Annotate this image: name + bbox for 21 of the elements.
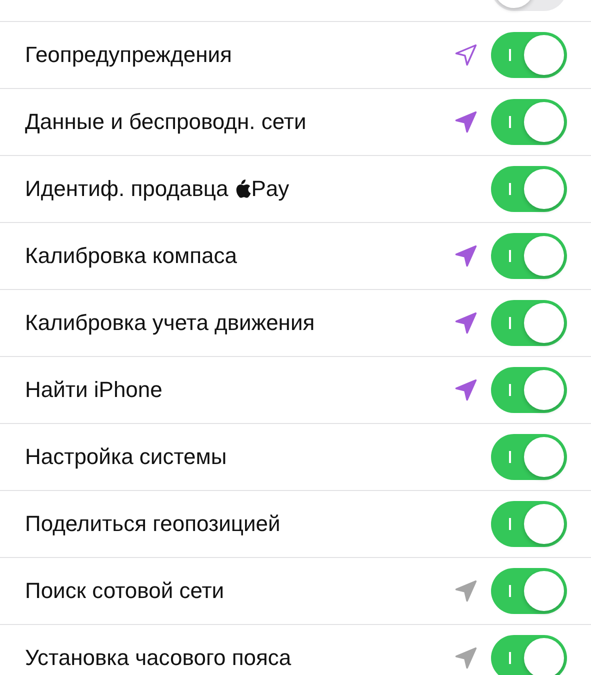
toggle-switch[interactable]: [491, 32, 567, 78]
setting-label: Калибровка учета движения: [25, 310, 315, 336]
toggle-switch[interactable]: [491, 233, 567, 279]
toggle-switch[interactable]: [491, 568, 567, 614]
setting-label: Установка часового пояса: [25, 645, 292, 671]
pay-label: Pay: [251, 176, 290, 202]
setting-label: Поделиться геопозицией: [25, 511, 280, 537]
setting-label: Настройка системы: [25, 444, 227, 470]
setting-label: Данные и беспроводн. сети: [25, 109, 306, 135]
toggle-switch[interactable]: [491, 635, 567, 675]
toggle-switch[interactable]: [491, 166, 567, 212]
setting-label: Идентиф. продавца: [25, 176, 228, 202]
toggle-switch[interactable]: [491, 434, 567, 480]
setting-label: Геопредупреждения: [25, 42, 232, 68]
setting-label: Калибровка компаса: [25, 243, 238, 269]
toggle-switch[interactable]: [491, 300, 567, 346]
toggle-switch[interactable]: [491, 501, 567, 547]
setting-label: Поиск сотовой сети: [25, 578, 224, 604]
toggle-switch[interactable]: [491, 367, 567, 413]
setting-label: Найти iPhone: [25, 377, 162, 403]
toggle-switch[interactable]: [491, 99, 567, 145]
